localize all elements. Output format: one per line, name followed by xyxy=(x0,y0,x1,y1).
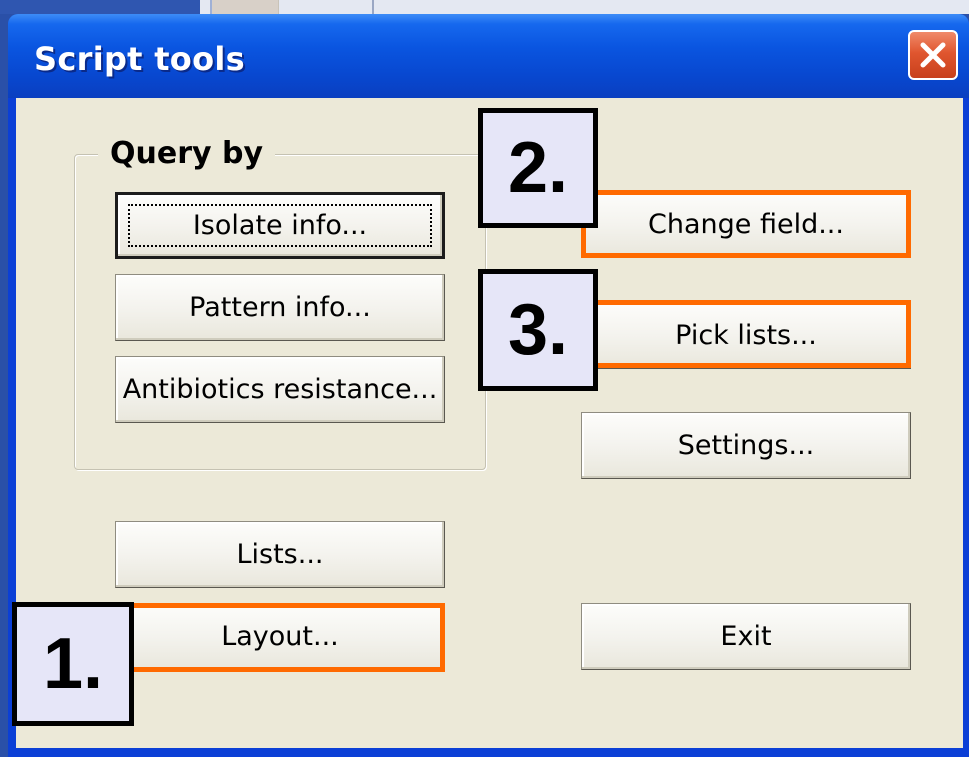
button-label: Exit xyxy=(720,621,772,652)
button-label: Lists... xyxy=(236,539,324,570)
button-label: Pick lists... xyxy=(675,320,817,351)
button-label: Antibiotics resistance... xyxy=(122,374,438,405)
button-label: Layout... xyxy=(221,621,339,652)
layout-button[interactable]: Layout... xyxy=(115,603,445,670)
close-x-icon xyxy=(920,42,946,68)
button-label: Settings... xyxy=(677,430,815,461)
button-label: Change field... xyxy=(648,209,844,240)
callout-1: 1. xyxy=(12,602,134,726)
pattern-info-button[interactable]: Pattern info... xyxy=(115,274,445,341)
close-button[interactable] xyxy=(908,30,958,80)
callout-2: 2. xyxy=(478,108,598,228)
background-segment xyxy=(210,0,279,14)
query-by-label: Query by xyxy=(98,136,276,171)
change-field-button[interactable]: Change field... xyxy=(581,191,911,258)
background-taskbar-strip xyxy=(0,0,969,14)
title-bar[interactable]: Script tools xyxy=(8,14,969,98)
settings-button[interactable]: Settings... xyxy=(581,412,911,479)
isolate-info-button[interactable]: Isolate info... xyxy=(115,192,445,259)
background-separator xyxy=(372,0,374,14)
button-label: Pattern info... xyxy=(189,292,371,323)
exit-button[interactable]: Exit xyxy=(581,603,911,670)
antibiotics-resistance-button[interactable]: Antibiotics resistance... xyxy=(115,356,445,423)
button-label: Isolate info... xyxy=(192,210,368,241)
window-title: Script tools xyxy=(34,40,245,78)
background-segment xyxy=(0,0,200,14)
lists-button[interactable]: Lists... xyxy=(115,521,445,588)
pick-lists-button[interactable]: Pick lists... xyxy=(581,302,911,369)
callout-3: 3. xyxy=(478,269,598,391)
